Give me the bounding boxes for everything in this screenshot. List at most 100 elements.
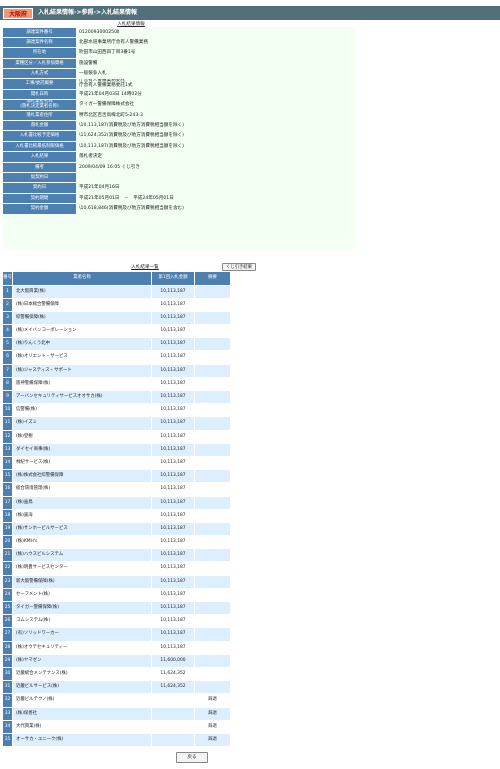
vendor-name: (株)サンホービルサービス [13, 522, 151, 536]
table-row: 12 (株)登樹 10,113,187 [3, 430, 230, 443]
bid-amount: 10,113,187 [152, 549, 194, 562]
row-number: 14 [3, 456, 12, 470]
vendor-name: 北大阪興業(株) [13, 285, 151, 298]
bid-amount: 10,113,187 [152, 377, 194, 390]
detail-value: 吹田市山田西四丁目3番1号 [79, 50, 136, 56]
detail-row: 開札日時 平成21年04月03日 14時02分 [3, 89, 355, 100]
detail-rows: 調達案件番号 0120093000250Ⅱ 調達案件名称 北部水道事業所庁舎有人警備業… [3, 27, 355, 214]
bid-amount: 10,113,187 [152, 311, 194, 325]
remarks [195, 654, 230, 667]
detail-label: 開札日時 [3, 89, 76, 100]
detail-value [79, 173, 351, 182]
row-number: 5 [3, 338, 12, 351]
detail-value: \10,618,846(消費税及び地方消費税相当額を含む) [79, 206, 184, 212]
table-row: 32 近畿ビルテクノ(株) 辞退 [3, 694, 230, 707]
table-row: 34 大代興業(株) 辞退 [3, 720, 230, 733]
table-row: 23 新大阪警備保障(株) 10,113,187 [3, 575, 230, 588]
vendor-name: 近畿総合メンテナンス(株) [13, 667, 151, 681]
vendor-name: タイガー警備保障(株) [13, 602, 151, 615]
row-number: 17 [3, 496, 12, 509]
row-number: 26 [3, 615, 12, 628]
row-number: 23 [3, 575, 12, 588]
vendor-name: (株)ジャスティス・サポート [13, 364, 151, 377]
row-number: 7 [3, 364, 12, 377]
bid-amount: 10,113,187 [152, 575, 194, 588]
header-number: 番号 [3, 272, 12, 285]
detail-label: 業種区分／入札参加資格 [3, 58, 76, 69]
row-number: 9 [3, 391, 12, 404]
bid-amount: 11,624,352 [152, 667, 194, 681]
remarks [195, 430, 230, 443]
bid-amount: 10,113,187 [152, 443, 194, 456]
row-number: 28 [3, 641, 12, 654]
detail-row: 調達案件名称 北部水道事業所庁舎有人警備業務 [3, 37, 355, 48]
remarks [195, 588, 230, 601]
lottery-results-button[interactable]: くじ引き結果 [222, 263, 256, 271]
vendor-name: (株)イズミ [13, 417, 151, 430]
row-number: 11 [3, 417, 12, 430]
row-number: 19 [3, 522, 12, 536]
detail-row: 落札業者住所 堺市北区百舌鳥梅北町5-243-3 [3, 110, 355, 121]
detail-label: 仮契約日 [3, 172, 76, 183]
table-row: 21 (株)ハウスビルシステム 10,113,187 [3, 549, 230, 562]
detail-value: 0120093000250Ⅱ [79, 29, 120, 35]
detail-label: 落札業者名称 (落札決定業者名称) [3, 100, 76, 110]
remarks [195, 615, 230, 628]
back-button[interactable]: 戻る [176, 752, 208, 763]
table-row: 5 (株)りんくう北中 10,113,187 [3, 338, 230, 351]
detail-label: 契約日 [3, 183, 76, 193]
detail-row: 入札書比較最低制限価格 \10,113,187(消費税及び地方消費税相当額を除く) [3, 141, 355, 152]
vendor-name: 近畿ビルサービス(株) [13, 681, 151, 694]
vendor-name: アーバンセキュリティサービスオオサカ(株) [13, 391, 151, 404]
detail-value: 北部水道事業所庁舎有人警備業務 [79, 39, 148, 45]
row-number: 8 [3, 377, 12, 390]
detail-value: 落札者決定 [79, 154, 102, 160]
vendor-name: コムシステム(株) [13, 615, 151, 628]
bid-amount: 10,113,187 [152, 298, 194, 311]
detail-label: 備考 [3, 162, 76, 172]
table-row: 8 阪神警備保障(株) 10,113,187 [3, 377, 230, 390]
remarks [195, 417, 230, 430]
bid-amount [152, 707, 194, 720]
bid-amount [152, 694, 194, 707]
detail-row: 契約期間 平成21年05月01日 － 平成24年05月01日 [3, 193, 355, 204]
table-row: 10 信警備(株) 10,113,187 [3, 404, 230, 417]
remarks [195, 602, 230, 615]
row-number: 10 [3, 404, 12, 417]
remarks [195, 496, 230, 509]
table-row: 33 (株)保善社 辞退 [3, 707, 230, 720]
remarks: 辞退 [195, 720, 230, 733]
table-row: 19 (株)サンホービルサービス 10,113,187 [3, 522, 230, 536]
remarks [195, 285, 230, 298]
detail-row: 所在地 吹田市山田西四丁目3番1号 [3, 48, 355, 58]
bid-amount: 10,113,187 [152, 338, 194, 351]
vendor-name: (株)オリエント・サービス [13, 351, 151, 364]
detail-row: 落札金額 \10,113,187(消費税及び地方消費税相当額を除く) [3, 121, 355, 131]
row-number: 16 [3, 483, 12, 496]
vendor-name: セーフメント(株) [13, 588, 151, 601]
table-row: 18 (株)嵐海 10,113,187 [3, 509, 230, 522]
detail-label: 入札書比較最低制限価格 [3, 141, 76, 152]
bid-amount: 10,113,187 [152, 536, 194, 549]
table-row: 6 (株)オリエント・サービス 10,113,187 [3, 351, 230, 364]
detail-label: 落札金額 [3, 121, 76, 131]
table-row: 13 ダイセイ商事(株) 10,113,187 [3, 443, 230, 456]
remarks: 辞退 [195, 733, 230, 747]
detail-row: 入札結果 落札者決定 [3, 152, 355, 162]
bid-amount: 10,113,187 [152, 417, 194, 430]
bid-amount: 11,624,352 [152, 681, 194, 694]
remarks [195, 470, 230, 483]
vendor-name: 阪神警備保障(株) [13, 377, 151, 390]
detail-label: 入札結果 [3, 152, 76, 162]
detail-value: 一般競争入札 [79, 71, 107, 77]
table-row: 16 総合環境管理(株) 10,113,187 [3, 483, 230, 496]
table-row: 25 タイガー警備保障(株) 10,113,187 [3, 602, 230, 615]
row-number: 21 [3, 549, 12, 562]
remarks [195, 298, 230, 311]
remarks [195, 311, 230, 325]
bid-amount: 10,113,187 [152, 404, 194, 417]
bid-amount: 10,113,187 [152, 364, 194, 377]
table-row: 35 オーサカ・ユニーク(株) 辞退 [3, 733, 230, 747]
row-number: 15 [3, 470, 12, 483]
row-number: 33 [3, 707, 12, 720]
